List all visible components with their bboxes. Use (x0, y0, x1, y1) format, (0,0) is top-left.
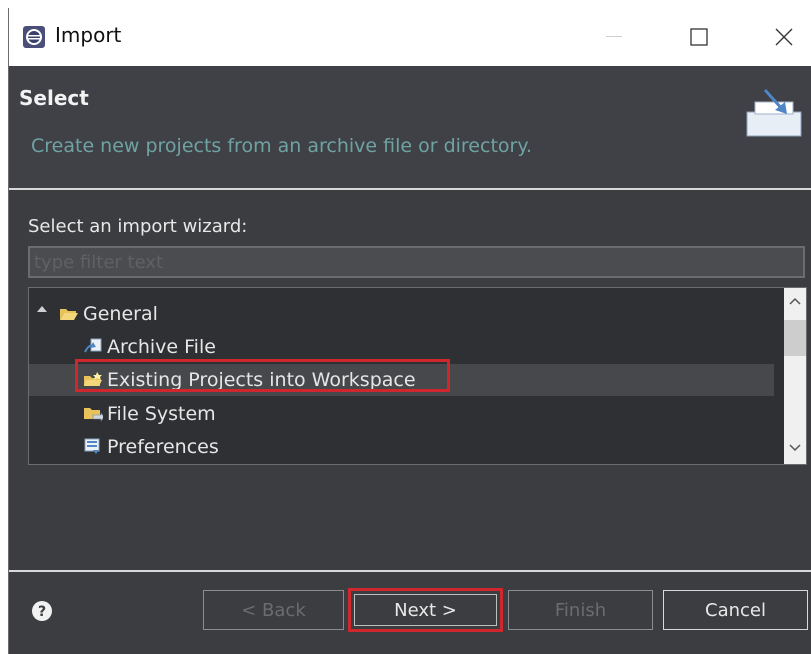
close-icon (775, 28, 793, 46)
back-button[interactable]: < Back (203, 590, 344, 630)
file-system-icon (84, 408, 103, 422)
tree-item-label: General (83, 303, 158, 325)
import-banner-icon (746, 88, 802, 137)
cancel-button-label: Cancel (705, 599, 766, 621)
footer-separator (9, 570, 811, 572)
tree-item-general[interactable]: General (29, 298, 785, 330)
back-button-label: < Back (241, 599, 306, 621)
cancel-button[interactable]: Cancel (663, 590, 808, 630)
help-icon[interactable]: ? (31, 600, 53, 622)
tree-item-label: File System (107, 403, 216, 425)
maximize-icon (690, 28, 708, 46)
scroll-thumb[interactable] (784, 320, 806, 356)
close-button[interactable] (764, 20, 804, 54)
page-title: Select (19, 86, 89, 110)
tree-item-preferences[interactable]: Preferences (29, 431, 785, 463)
scroll-up-icon[interactable] (789, 297, 801, 305)
page-description: Create new projects from an archive file… (31, 135, 532, 157)
scroll-down-icon[interactable] (789, 444, 801, 452)
minimize-button[interactable] (594, 20, 634, 54)
next-button-face: Next > (354, 594, 497, 626)
next-button[interactable]: Next > (348, 588, 503, 632)
import-dialog: Import Select Create new projects from a… (8, 8, 811, 654)
tree-item-label: Preferences (107, 436, 219, 458)
next-button-label: Next > (394, 599, 457, 621)
maximize-button[interactable] (679, 20, 719, 54)
finish-button[interactable]: Finish (508, 590, 653, 630)
header-separator (9, 188, 811, 190)
minimize-icon (606, 36, 622, 37)
preferences-icon (84, 438, 100, 454)
folder-open-icon (60, 309, 78, 320)
eclipse-app-icon (23, 26, 45, 48)
finish-button-label: Finish (554, 599, 607, 621)
window-title: Import (55, 23, 122, 47)
tree-item-label: Archive File (107, 336, 216, 358)
highlight-existing-projects (75, 359, 450, 392)
tree-item-file-system[interactable]: File System (29, 398, 785, 430)
wizard-header (9, 66, 811, 188)
tree-scrollbar[interactable] (784, 288, 806, 464)
import-wizard-label: Select an import wizard: (28, 216, 248, 237)
title-bar: Import (9, 8, 811, 66)
expand-toggle-icon[interactable] (37, 306, 47, 312)
filter-input[interactable] (28, 246, 805, 278)
svg-text:?: ? (38, 604, 46, 620)
archive-file-icon (84, 338, 102, 353)
